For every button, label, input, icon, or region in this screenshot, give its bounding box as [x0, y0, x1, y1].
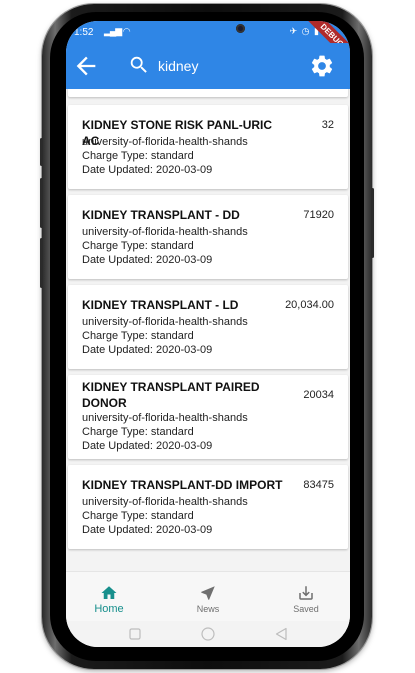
- home-circle-icon[interactable]: [200, 627, 216, 641]
- item-charge-type: Charge Type: standard: [82, 426, 194, 438]
- settings-button[interactable]: [309, 53, 335, 79]
- home-icon: [101, 586, 117, 599]
- item-charge-type: Charge Type: standard: [82, 150, 194, 162]
- gear-icon: [311, 55, 333, 77]
- phone-volume-down-button: [40, 238, 43, 288]
- results-list[interactable]: KIDNEY STONE RISK PANL-URIC AC 32 univer…: [66, 89, 350, 571]
- search-icon: [130, 56, 147, 73]
- search-input[interactable]: [158, 55, 298, 77]
- nav-saved[interactable]: Saved: [271, 572, 341, 622]
- list-item-partial[interactable]: [68, 89, 348, 97]
- item-provider: university-of-florida-health-shands: [82, 136, 248, 148]
- list-item[interactable]: KIDNEY STONE RISK PANL-URIC AC 32 univer…: [68, 105, 348, 189]
- list-item[interactable]: KIDNEY TRANSPLANT - LD 20,034.00 univers…: [68, 285, 348, 369]
- item-provider: university-of-florida-health-shands: [82, 412, 248, 424]
- item-date-updated: Date Updated: 2020-03-09: [82, 344, 213, 356]
- item-price: 20034: [303, 389, 334, 401]
- nav-news[interactable]: News: [173, 572, 243, 622]
- item-charge-type: Charge Type: standard: [82, 240, 194, 252]
- item-provider: university-of-florida-health-shands: [82, 226, 248, 238]
- nav-news-label: News: [196, 604, 220, 614]
- recents-icon[interactable]: [128, 627, 142, 641]
- item-title: KIDNEY TRANSPLANT-DD IMPORT: [82, 478, 283, 492]
- item-price: 32: [321, 119, 334, 131]
- item-title: KIDNEY TRANSPLANT - DD: [82, 208, 240, 222]
- item-price: 20,034.00: [285, 299, 334, 311]
- list-item[interactable]: KIDNEY TRANSPLANT - DD 71920 university-…: [68, 195, 348, 279]
- item-date-updated: Date Updated: 2020-03-09: [82, 524, 213, 536]
- nav-home[interactable]: Home: [74, 572, 144, 622]
- item-provider: university-of-florida-health-shands: [82, 496, 248, 508]
- back-arrow-icon: [76, 56, 96, 76]
- signal-icon: ▂▄▆ ◠: [104, 26, 131, 36]
- item-charge-type: Charge Type: standard: [82, 330, 194, 342]
- bottom-navigation: Home News Saved: [66, 571, 350, 621]
- app-bar: [66, 43, 350, 89]
- item-provider: university-of-florida-health-shands: [82, 316, 248, 328]
- phone-side-button: [40, 138, 43, 166]
- back-button[interactable]: [72, 52, 100, 80]
- list-item[interactable]: KIDNEY TRANSPLANT-DD IMPORT 83475 univer…: [68, 465, 348, 549]
- item-charge-type: Charge Type: standard: [82, 510, 194, 522]
- system-navigation-bar: [66, 621, 350, 647]
- item-date-updated: Date Updated: 2020-03-09: [82, 440, 213, 452]
- phone-power-button: [371, 188, 374, 258]
- status-time: 1:52: [74, 27, 94, 38]
- item-price: 71920: [303, 209, 334, 221]
- item-date-updated: Date Updated: 2020-03-09: [82, 164, 213, 176]
- nav-saved-label: Saved: [293, 604, 319, 614]
- front-camera: [236, 24, 245, 33]
- item-price: 83475: [303, 479, 334, 491]
- phone-screen: 1:52 ▂▄▆ ◠ ✈ ◷ ▮ DEBUG KIDNEY STONE RISK…: [66, 21, 350, 647]
- navigation-arrow-icon: [201, 586, 215, 600]
- list-item[interactable]: KIDNEY TRANSPLANT PAIRED DONOR 20034 uni…: [68, 375, 348, 459]
- nav-home-label: Home: [94, 603, 124, 615]
- item-title: KIDNEY TRANSPLANT PAIRED DONOR: [82, 380, 260, 410]
- item-title: KIDNEY TRANSPLANT - LD: [82, 298, 239, 312]
- item-date-updated: Date Updated: 2020-03-09: [82, 254, 213, 266]
- status-bar: 1:52 ▂▄▆ ◠ ✈ ◷ ▮ DEBUG: [66, 21, 350, 69]
- back-triangle-icon[interactable]: [274, 627, 288, 641]
- phone-volume-up-button: [40, 178, 43, 228]
- download-icon: [299, 586, 313, 600]
